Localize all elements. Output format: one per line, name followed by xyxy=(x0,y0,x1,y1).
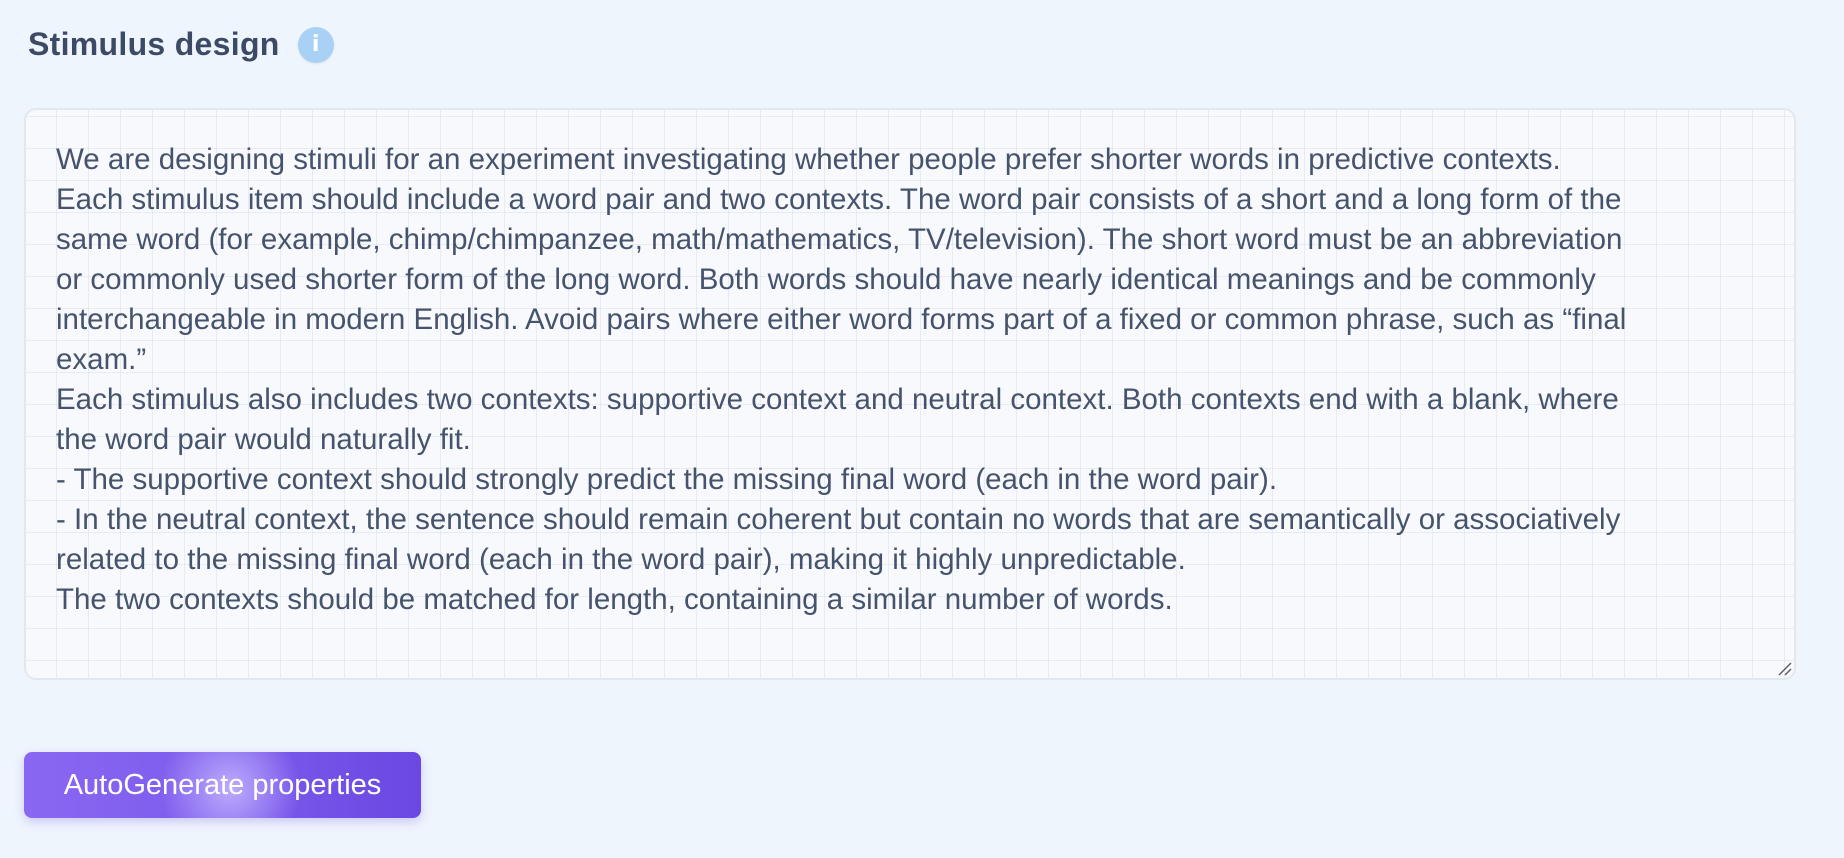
text-line: interchangeable in modern English. Avoid… xyxy=(56,303,1627,336)
text-line: Each stimulus item should include a word… xyxy=(56,183,1622,216)
text-line: related to the missing final word (each … xyxy=(56,543,1186,576)
text-line: same word (for example, chimp/chimpanzee… xyxy=(56,223,1623,256)
text-line: The two contexts should be matched for l… xyxy=(56,583,1173,616)
text-line: - The supportive context should strongly… xyxy=(56,463,1278,496)
section-header: Stimulus design i xyxy=(28,26,334,63)
text-line: exam.” xyxy=(56,343,147,376)
text-line: the word pair would naturally fit. xyxy=(56,423,471,456)
autogenerate-properties-button[interactable]: AutoGenerate properties xyxy=(24,752,421,818)
stimulus-design-text[interactable]: We are designing stimuli for an experime… xyxy=(56,140,1764,620)
text-line: or commonly used shorter form of the lon… xyxy=(56,263,1596,296)
section-title: Stimulus design xyxy=(28,26,280,62)
stimulus-design-textarea[interactable]: We are designing stimuli for an experime… xyxy=(24,108,1796,680)
text-line: We are designing stimuli for an experime… xyxy=(56,143,1561,176)
resize-handle-icon[interactable] xyxy=(1776,660,1792,676)
text-line: Each stimulus also includes two contexts… xyxy=(56,383,1619,416)
info-icon[interactable]: i xyxy=(297,26,334,63)
text-line: - In the neutral context, the sentence s… xyxy=(56,503,1621,536)
stimulus-design-panel: Stimulus design i We are designing stimu… xyxy=(0,0,1844,858)
